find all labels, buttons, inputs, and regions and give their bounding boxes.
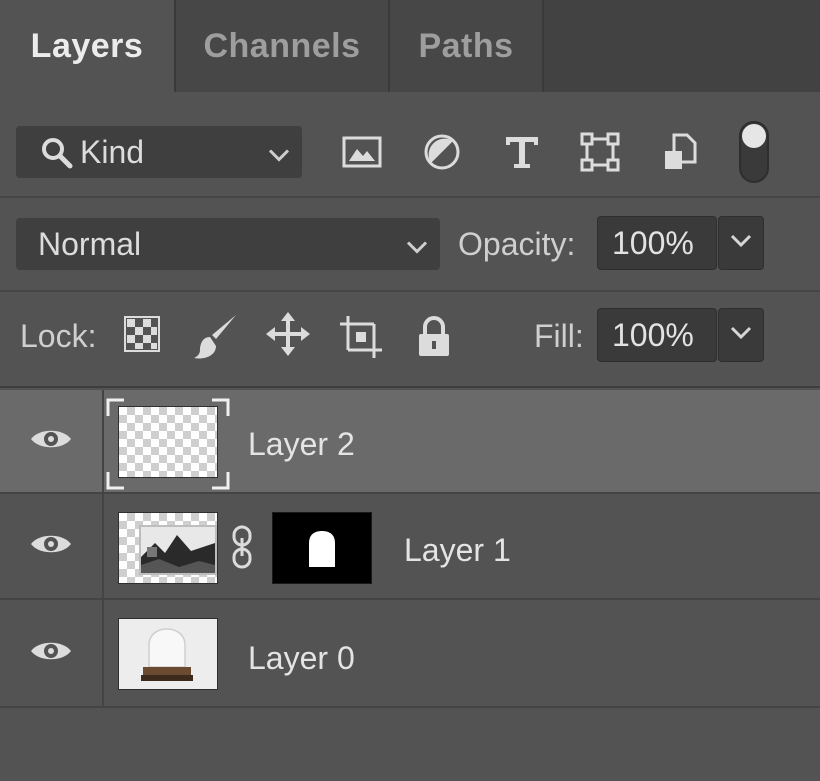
layer-row-layer-2[interactable]: Layer 2 <box>0 390 820 492</box>
chevron-down-icon <box>406 226 428 263</box>
type-filter-icon[interactable] <box>500 128 544 176</box>
layer-name[interactable]: Layer 0 <box>248 640 355 677</box>
visibility-toggle[interactable] <box>0 390 104 492</box>
layer-name[interactable]: Layer 2 <box>248 426 355 463</box>
filter-kind-dropdown[interactable]: Kind <box>16 126 302 178</box>
layer-row-layer-0[interactable]: Layer 0 <box>0 600 820 706</box>
layer-row-layer-1[interactable]: Layer 1 <box>0 494 820 598</box>
tab-paths[interactable]: Paths <box>390 0 544 92</box>
eye-icon <box>29 638 73 669</box>
blend-mode-dropdown[interactable]: Normal <box>16 218 440 270</box>
lock-label: Lock: <box>20 318 97 354</box>
eye-icon <box>29 531 73 562</box>
panel-tab-bar: Layers Channels Paths <box>0 0 820 92</box>
opacity-dropdown-button[interactable] <box>718 216 764 270</box>
layer-thumbnail[interactable] <box>118 406 218 478</box>
chevron-down-icon <box>730 326 752 345</box>
visibility-toggle[interactable] <box>0 494 104 598</box>
visibility-toggle[interactable] <box>0 600 104 706</box>
lock-artboard-icon[interactable] <box>338 314 384 365</box>
search-icon <box>40 136 74 178</box>
tab-channels[interactable]: Channels <box>174 0 390 92</box>
layer-name[interactable]: Layer 1 <box>404 532 511 569</box>
fill-dropdown-button[interactable] <box>718 308 764 362</box>
divider <box>0 386 820 388</box>
tab-layers[interactable]: Layers <box>0 0 174 92</box>
divider <box>0 290 820 292</box>
layer-thumbnail[interactable] <box>118 512 218 584</box>
opacity-label: Opacity: <box>458 226 576 262</box>
opacity-input[interactable]: 100% <box>597 216 717 270</box>
lock-image-pixels-icon[interactable] <box>192 312 240 367</box>
filter-kind-label: Kind <box>80 133 145 170</box>
filter-toggle-icon[interactable] <box>738 120 770 184</box>
chevron-down-icon <box>730 234 752 253</box>
layer-mask-thumbnail[interactable] <box>272 512 372 584</box>
fill-input[interactable]: 100% <box>597 308 717 362</box>
link-icon[interactable] <box>230 524 254 575</box>
lock-all-icon[interactable] <box>416 314 452 363</box>
shape-filter-icon[interactable] <box>578 128 622 176</box>
lock-position-icon[interactable] <box>266 312 310 361</box>
eye-icon <box>29 426 73 457</box>
image-filter-icon[interactable] <box>340 128 384 176</box>
chevron-down-icon <box>268 134 290 171</box>
fill-label: Fill: <box>534 318 584 354</box>
adjustment-filter-icon[interactable] <box>420 128 464 176</box>
smart-object-filter-icon[interactable] <box>658 128 702 176</box>
layer-thumbnail[interactable] <box>118 618 218 690</box>
lock-transparent-pixels-icon[interactable] <box>124 316 160 357</box>
divider <box>0 196 820 198</box>
blend-mode-value: Normal <box>38 225 142 262</box>
divider <box>0 706 820 708</box>
